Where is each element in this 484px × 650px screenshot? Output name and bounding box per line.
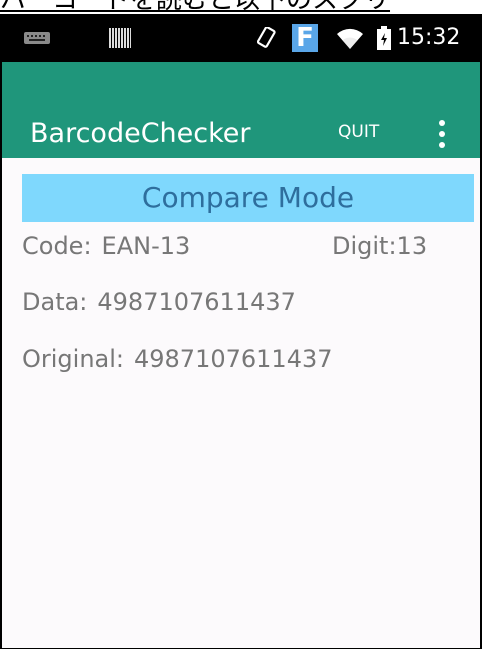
digit-value: 13 bbox=[396, 232, 428, 260]
app-toolbar: BarcodeChecker QUIT bbox=[2, 62, 480, 158]
original-value: 4987107611437 bbox=[134, 345, 333, 373]
code-label: Code: bbox=[22, 232, 92, 260]
quit-button[interactable]: QUIT bbox=[338, 120, 379, 144]
cropped-caption: バーコードを読むと以下のスクリ bbox=[0, 0, 484, 14]
data-row: Data: 4987107611437 bbox=[22, 285, 296, 319]
code-value: EAN-13 bbox=[101, 232, 191, 260]
original-label: Original: bbox=[22, 345, 124, 373]
wifi-icon bbox=[337, 28, 363, 49]
keyboard-icon bbox=[24, 32, 50, 44]
digit-label: Digit: bbox=[332, 232, 397, 260]
data-label: Data: bbox=[22, 288, 88, 316]
compare-mode-banner: Compare Mode bbox=[22, 174, 474, 222]
status-time: 15:32 bbox=[397, 25, 461, 50]
caption-text: バーコードを読むと以下のスクリ bbox=[0, 0, 390, 14]
code-row: Code: EAN-13 bbox=[22, 229, 190, 263]
phone-screen: F 15:32 BarcodeChecker QUIT Compare Mode… bbox=[0, 14, 482, 649]
data-value: 4987107611437 bbox=[97, 288, 296, 316]
more-vert-icon[interactable] bbox=[432, 118, 452, 150]
battery-icon bbox=[377, 26, 391, 50]
f-app-icon: F bbox=[292, 24, 318, 52]
main-content: Compare Mode Code: EAN-13 Digit:13 Data: 4… bbox=[2, 158, 480, 648]
barcode-icon bbox=[109, 28, 131, 48]
screen-rotation-icon bbox=[257, 27, 276, 48]
app-title: BarcodeChecker bbox=[30, 118, 251, 149]
status-bar: F 15:32 bbox=[2, 14, 480, 62]
original-row: Original: 4987107611437 bbox=[22, 342, 333, 376]
digit-info: Digit:13 bbox=[332, 229, 427, 263]
